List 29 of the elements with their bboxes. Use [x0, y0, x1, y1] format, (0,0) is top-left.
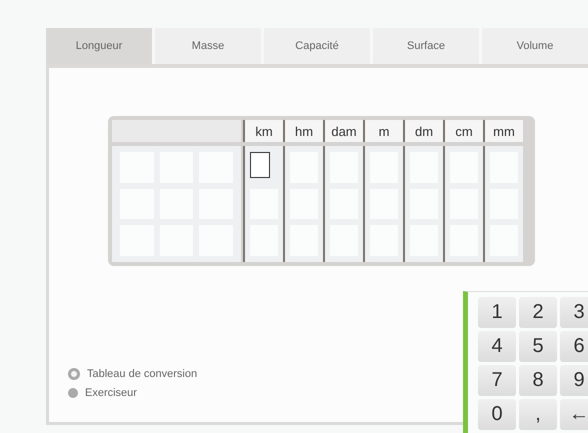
tab[interactable]: Capacité [264, 28, 370, 64]
keypad-key[interactable]: 1 [478, 297, 516, 328]
column-header: hm [283, 120, 323, 142]
column-header: m [363, 120, 403, 142]
keypad-key[interactable]: 0 [478, 399, 516, 430]
tab[interactable]: Longueur [46, 28, 152, 64]
radio-button[interactable] [68, 388, 78, 398]
keypad-key[interactable]: 9 [560, 365, 588, 396]
mode-label: Exerciseur [85, 387, 137, 399]
tab[interactable]: Volume [482, 28, 588, 64]
keypad-key[interactable]: ← [560, 399, 588, 430]
column-header: dam [323, 120, 363, 142]
keypad-key[interactable]: , [519, 399, 557, 430]
column-header: mm [483, 120, 523, 142]
keypad-key[interactable]: 4 [478, 331, 516, 362]
keypad-key[interactable]: 3 [560, 297, 588, 328]
mode-option[interactable]: Exerciseur [68, 387, 198, 399]
keypad-key[interactable]: 6 [560, 331, 588, 362]
column-header: cm [443, 120, 483, 142]
column-header: km [243, 120, 283, 142]
tab[interactable]: Masse [155, 28, 261, 64]
column-header: dm [403, 120, 443, 142]
radio-button[interactable] [68, 368, 80, 380]
keypad-key[interactable]: 5 [519, 331, 557, 362]
input-cell[interactable] [250, 152, 270, 178]
keypad-key[interactable]: 7 [478, 365, 516, 396]
keypad-key[interactable]: 8 [519, 365, 557, 396]
tab[interactable]: Surface [373, 28, 479, 64]
keypad-key[interactable]: 2 [519, 297, 557, 328]
